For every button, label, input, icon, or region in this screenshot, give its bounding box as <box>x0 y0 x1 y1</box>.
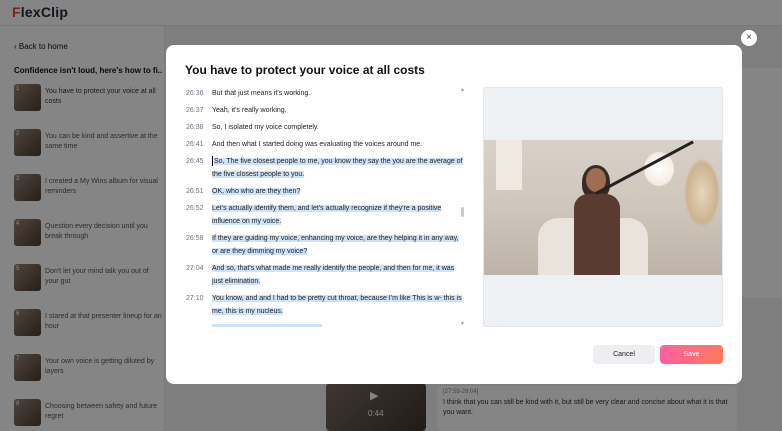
transcript-scrollbar[interactable]: ▲ ▼ <box>460 87 466 327</box>
transcript-timestamp: 26:36 <box>186 90 204 97</box>
transcript-timestamp: 26:58 <box>186 235 204 242</box>
scroll-down-icon[interactable]: ▼ <box>460 321 465 327</box>
transcript-timestamp: 26:45 <box>186 158 204 165</box>
transcript-text: Let's actually identify them, and let's … <box>212 202 468 228</box>
transcript-timestamp: 27:10 <box>186 295 204 302</box>
edit-clip-modal: You have to protect your voice at all co… <box>166 45 742 384</box>
transcript-line[interactable]: 26:41 And then what I started doing was e… <box>186 138 468 151</box>
transcript-timestamp: 26:51 <box>186 188 204 195</box>
transcript-text: But that just means it's working. <box>212 87 468 100</box>
transcript-line[interactable]: 26:38 So, I isolated my voice completely. <box>186 121 468 134</box>
scroll-up-icon[interactable]: ▲ <box>460 87 465 93</box>
transcript-text: So, I isolated my voice completely. <box>212 121 468 134</box>
transcript-line[interactable]: 26:58 If they are guiding my voice, enhan… <box>186 232 468 258</box>
transcript-text: You know, and and I had to be pretty cut… <box>212 292 468 318</box>
transcript-line[interactable]: 26:52 Let's actually identify them, and l… <box>186 202 468 228</box>
cancel-button[interactable]: Cancel <box>593 345 655 364</box>
transcript-text-content: And so, that's what made me really ident… <box>212 265 455 285</box>
transcript-line[interactable]: 26:51 OK, who who are they then? <box>186 185 468 198</box>
text-cursor <box>212 156 213 167</box>
transcript-text-content <box>212 324 322 327</box>
scroll-thumb[interactable] <box>461 207 464 217</box>
transcript-text: OK, who who are they then? <box>212 185 468 198</box>
transcript-line[interactable]: 27:04 And so, that's what made me really … <box>186 262 468 288</box>
transcript-text: If they are guiding my voice, enhancing … <box>212 232 468 258</box>
transcript-timestamp: 27:04 <box>186 265 204 272</box>
transcript-text-content: So, The five closest people to me, you k… <box>212 158 463 178</box>
transcript-panel[interactable]: 26:36 But that just means it's working. 26… <box>186 87 468 327</box>
transcript-line[interactable]: 26:36 But that just means it's working. <box>186 87 468 100</box>
transcript-text-content: So, I isolated my voice completely. <box>212 124 319 131</box>
transcript-timestamp: 26:38 <box>186 124 204 131</box>
speaker-body <box>574 194 620 275</box>
transcript-text: And so, that's what made me really ident… <box>212 262 468 288</box>
transcript-timestamp: 26:37 <box>186 107 204 114</box>
transcript-text: So, The five closest people to me, you k… <box>212 155 468 181</box>
transcript-timestamp <box>186 322 212 327</box>
transcript-line[interactable] <box>186 322 468 327</box>
transcript-line[interactable]: 27:10 You know, and and I had to be prett… <box>186 292 468 318</box>
transcript-text-content: Yeah, it's really working. <box>212 107 287 114</box>
transcript-text-content: You know, and and I had to be pretty cut… <box>212 295 462 315</box>
video-frame[interactable] <box>484 140 722 275</box>
transcript-line[interactable]: 26:45 So, The five closest people to me, … <box>186 155 468 181</box>
modal-title: You have to protect your voice at all co… <box>185 63 425 77</box>
transcript-text: Yeah, it's really working. <box>212 104 468 117</box>
transcript-text-content: Let's actually identify them, and let's … <box>212 205 442 225</box>
transcript-timestamp: 26:41 <box>186 141 204 148</box>
close-icon[interactable]: × <box>741 30 757 46</box>
transcript-text-content: OK, who who are they then? <box>212 188 301 195</box>
transcript-timestamp: 26:52 <box>186 205 204 212</box>
transcript-text <box>212 322 468 327</box>
transcript-line[interactable]: 26:37 Yeah, it's really working. <box>186 104 468 117</box>
transcript-text-content: If they are guiding my voice, enhancing … <box>212 235 459 255</box>
transcript-text: And then what I started doing was evalua… <box>212 138 468 151</box>
transcript-text-content: And then what I started doing was evalua… <box>212 141 423 148</box>
plant-image-detail <box>684 158 720 228</box>
transcript-text-content: But that just means it's working. <box>212 90 311 97</box>
window-image-detail <box>496 140 522 190</box>
save-button[interactable]: Save <box>660 345 723 364</box>
video-preview-panel <box>483 87 723 327</box>
